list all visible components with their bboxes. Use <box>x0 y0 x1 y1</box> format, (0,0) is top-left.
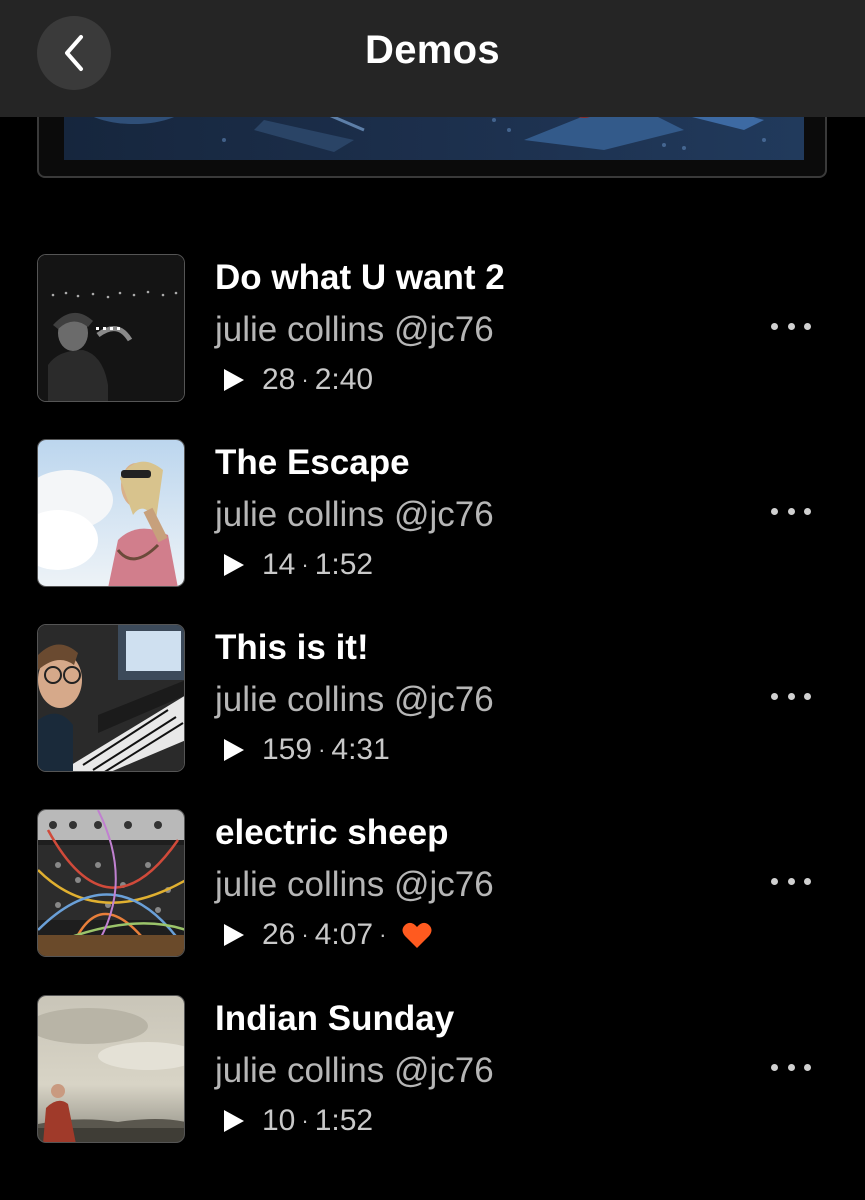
track-duration: 4:31 <box>331 733 390 766</box>
play-count: 14 <box>262 548 296 581</box>
more-dot <box>804 692 811 700</box>
track-artwork <box>37 439 185 587</box>
track-row[interactable]: Do what U want 2 julie collins @jc76 28 … <box>37 254 837 402</box>
separator: · <box>301 367 309 392</box>
track-artwork <box>37 624 185 772</box>
track-meta: 28 · 2:40 <box>224 363 374 396</box>
more-options-button[interactable] <box>771 1051 811 1083</box>
track-artist[interactable]: julie collins @jc76 <box>215 310 494 350</box>
more-dot <box>787 1063 795 1071</box>
track-artist[interactable]: julie collins @jc76 <box>215 495 494 535</box>
more-options-button[interactable] <box>771 310 811 342</box>
track-row[interactable]: The Escape julie collins @jc76 14 · 1:52 <box>37 439 837 587</box>
more-options-button[interactable] <box>771 865 811 897</box>
track-title[interactable]: electric sheep <box>215 813 448 853</box>
separator: · <box>379 922 387 947</box>
more-dot <box>804 507 811 515</box>
track-title[interactable]: Indian Sunday <box>215 999 454 1039</box>
more-dot <box>787 692 795 700</box>
separator: · <box>318 737 326 762</box>
track-meta: 26 · 4:07 · <box>224 918 432 951</box>
track-duration: 2:40 <box>314 363 374 396</box>
more-options-button[interactable] <box>771 680 811 712</box>
more-options-button[interactable] <box>771 495 811 527</box>
more-dot <box>804 322 811 330</box>
play-icon <box>224 1110 244 1132</box>
track-row[interactable]: electric sheep julie collins @jc76 26 · … <box>37 809 837 957</box>
separator: · <box>301 1108 309 1133</box>
track-artwork <box>37 809 185 957</box>
play-icon <box>224 369 244 391</box>
track-artist[interactable]: julie collins @jc76 <box>215 1051 494 1091</box>
separator: · <box>301 922 309 947</box>
play-icon <box>224 739 244 761</box>
track-meta: 10 · 1:52 <box>224 1104 374 1137</box>
more-dot <box>787 322 795 330</box>
track-duration: 4:07 <box>314 918 374 951</box>
play-icon <box>224 924 244 946</box>
more-dot <box>787 507 795 515</box>
track-meta: 159 · 4:31 <box>224 733 390 766</box>
heart-icon[interactable] <box>402 921 432 949</box>
separator: · <box>301 552 309 577</box>
more-options-icon <box>771 877 778 885</box>
track-artwork <box>37 995 185 1143</box>
more-options-icon <box>771 692 778 700</box>
top-bar: Demos <box>0 0 865 117</box>
play-count: 28 <box>262 363 296 396</box>
more-dot <box>787 877 795 885</box>
more-dot <box>804 1063 811 1071</box>
more-options-icon <box>771 322 778 330</box>
track-duration: 1:52 <box>314 548 374 581</box>
play-count: 10 <box>262 1104 296 1137</box>
play-count: 26 <box>262 918 296 951</box>
more-options-icon <box>771 507 778 515</box>
track-artist[interactable]: julie collins @jc76 <box>215 865 494 905</box>
page-title: Demos <box>365 28 500 72</box>
track-artwork <box>37 254 185 402</box>
track-duration: 1:52 <box>314 1104 374 1137</box>
play-count: 159 <box>262 733 313 766</box>
more-options-icon <box>771 1063 778 1071</box>
play-icon <box>224 554 244 576</box>
track-artist[interactable]: julie collins @jc76 <box>215 680 494 720</box>
track-row[interactable]: Indian Sunday julie collins @jc76 10 · 1… <box>37 995 837 1143</box>
more-dot <box>804 877 811 885</box>
track-title[interactable]: The Escape <box>215 443 410 483</box>
track-row[interactable]: This is it! julie collins @jc76 159 · 4:… <box>37 624 837 772</box>
track-meta: 14 · 1:52 <box>224 548 374 581</box>
track-title[interactable]: Do what U want 2 <box>215 258 505 298</box>
track-title[interactable]: This is it! <box>215 628 369 668</box>
